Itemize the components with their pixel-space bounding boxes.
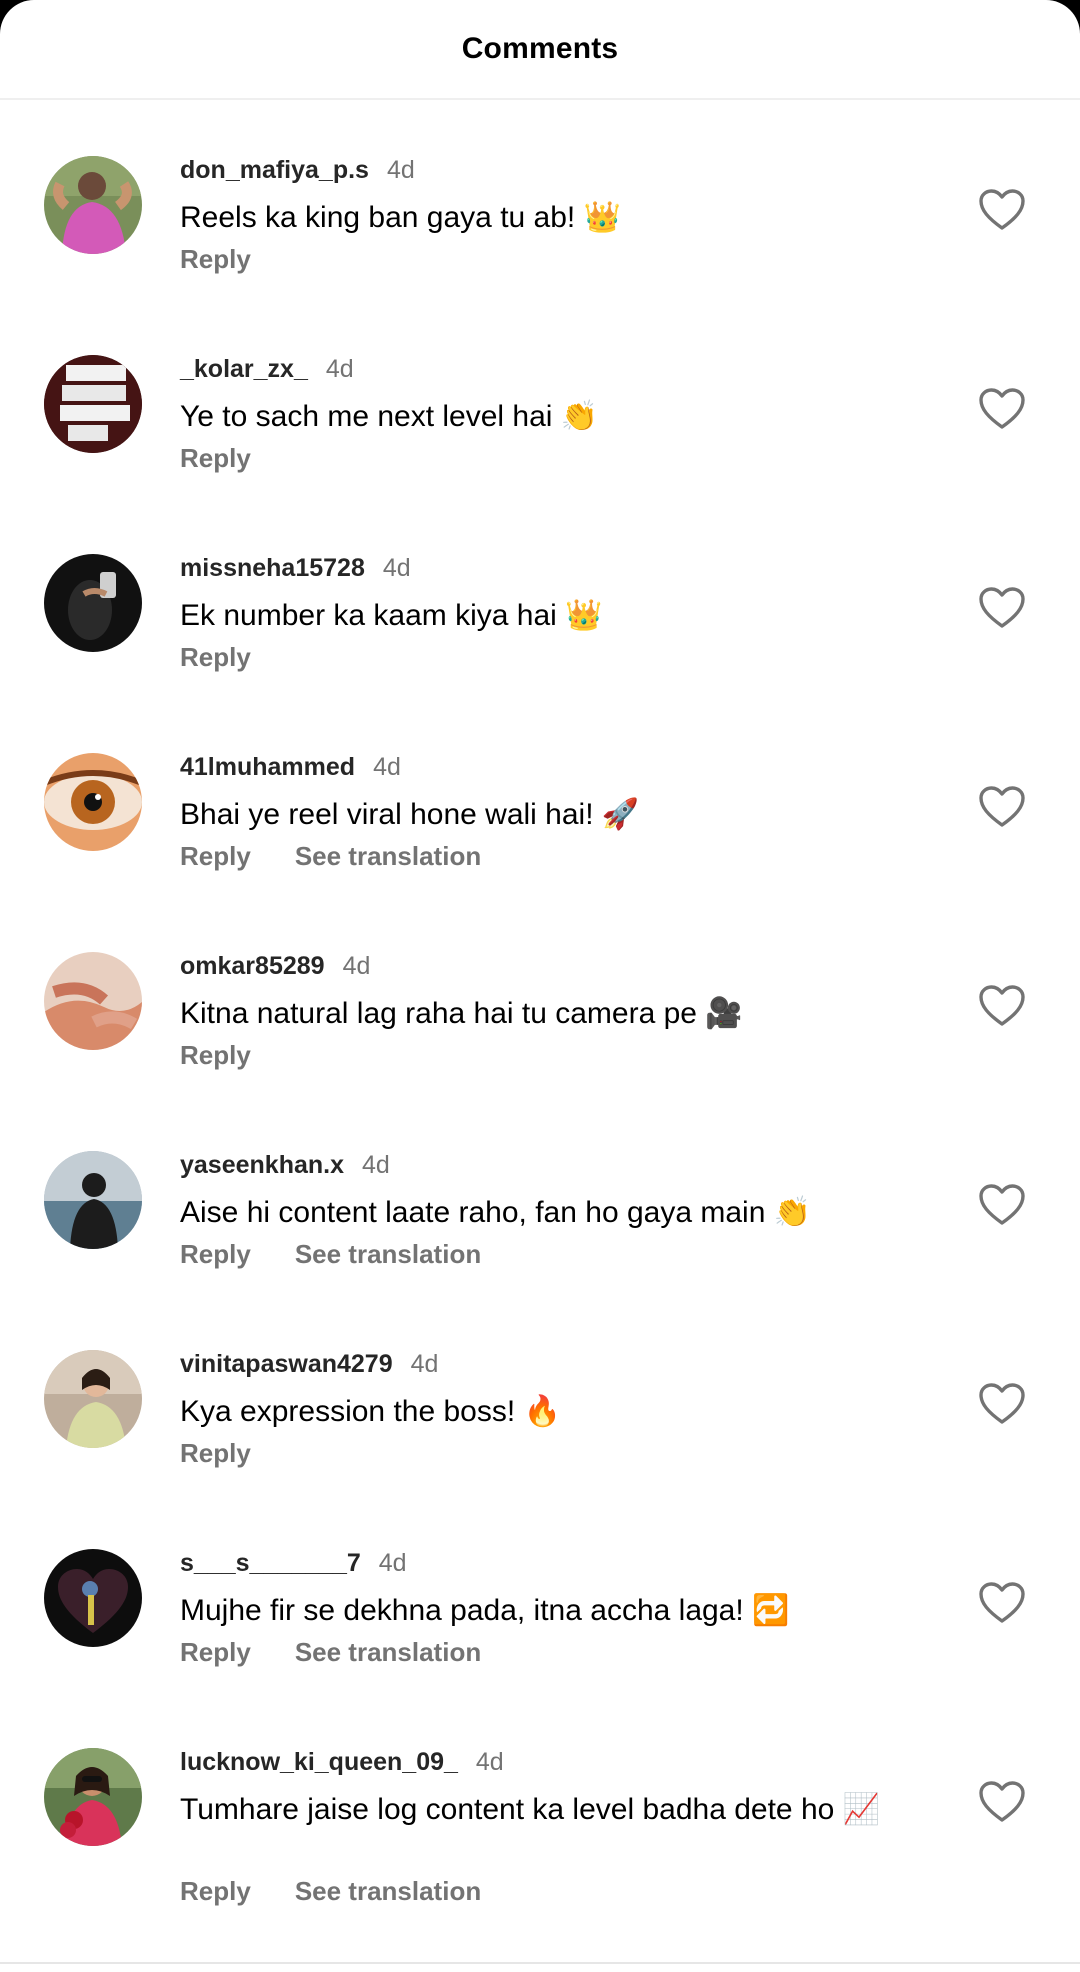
see-translation-button[interactable]: See translation [295, 1876, 481, 1907]
comment-text: Ek number ka kaam kiya hai 👑 [180, 598, 603, 633]
comment-username[interactable]: _kolar_zx_ [180, 355, 308, 384]
reply-button[interactable]: Reply [180, 1040, 251, 1071]
reply-button[interactable]: Reply [180, 1637, 251, 1668]
avatar[interactable] [44, 1151, 142, 1249]
comment-emoji: 🔁 [752, 1593, 790, 1628]
comment-emoji: 🎥 [705, 996, 743, 1031]
avatar[interactable] [44, 355, 142, 453]
comment-text: Ye to sach me next level hai 👏 [180, 399, 599, 434]
comment-timestamp: 4d [475, 1748, 504, 1776]
comments-sheet: Comments don_mafiya_p.s 4d Reels ka king… [0, 0, 1080, 1972]
heart-outline-icon[interactable] [978, 1382, 1026, 1426]
comment-item: vinitapaswan4279 4d Kya expression the b… [0, 1350, 1080, 1530]
reply-button[interactable]: Reply [180, 443, 251, 474]
comment-timestamp: 4d [378, 1549, 407, 1577]
comment-timestamp: 4d [325, 355, 354, 383]
comment-username[interactable]: 41lmuhammed [180, 753, 355, 782]
comment-username[interactable]: vinitapaswan4279 [180, 1350, 393, 1379]
reply-button[interactable]: Reply [180, 1876, 251, 1907]
comment-emoji: 👏 [560, 399, 599, 434]
heart-outline-icon[interactable] [978, 586, 1026, 630]
comment-text: Bhai ye reel viral hone wali hai! 🚀 [180, 797, 640, 832]
divider [0, 1962, 1080, 1964]
comment-text: Kya expression the boss! 🔥 [180, 1394, 561, 1429]
see-translation-button[interactable]: See translation [295, 1239, 481, 1270]
comment-emoji: 🚀 [601, 797, 640, 832]
see-translation-button[interactable]: See translation [295, 1637, 481, 1668]
comment-timestamp: 4d [382, 554, 411, 582]
heart-outline-icon[interactable] [978, 1183, 1026, 1227]
comment-emoji: 👏 [773, 1195, 812, 1230]
comment-timestamp: 4d [410, 1350, 439, 1378]
comment-timestamp: 4d [362, 1151, 390, 1179]
heart-outline-icon[interactable] [978, 1581, 1026, 1625]
comment-text: Mujhe fir se dekhna pada, itna accha lag… [180, 1593, 790, 1628]
comment-item: lucknow_ki_queen_09_ 4d Tumhare jaise lo… [0, 1748, 1080, 1972]
reply-button[interactable]: Reply [180, 841, 251, 872]
comment-username[interactable]: lucknow_ki_queen_09_ [180, 1748, 458, 1777]
see-translation-button[interactable]: See translation [295, 841, 481, 872]
reply-button[interactable]: Reply [180, 244, 251, 275]
comment-emoji: 👑 [565, 598, 603, 633]
comment-item: yaseenkhan.x 4d Aise hi content laate ra… [0, 1151, 1080, 1331]
comment-text: Tumhare jaise log content ka level badha… [180, 1792, 881, 1827]
comment-username[interactable]: omkar85289 [180, 952, 325, 981]
comments-title: Comments [461, 32, 619, 65]
reply-button[interactable]: Reply [180, 1239, 251, 1270]
avatar[interactable] [44, 753, 142, 851]
comment-item: omkar85289 4d Kitna natural lag raha hai… [0, 952, 1080, 1132]
heart-outline-icon[interactable] [978, 1780, 1026, 1824]
comment-emoji: 🔥 [523, 1394, 561, 1429]
comment-text: Kitna natural lag raha hai tu camera pe … [180, 996, 743, 1031]
comments-header: Comments [0, 0, 1080, 100]
comment-item: _kolar_zx_ 4d Ye to sach me next level h… [0, 355, 1080, 535]
reply-button[interactable]: Reply [180, 642, 251, 673]
avatar[interactable] [44, 1549, 142, 1647]
comment-text: Reels ka king ban gaya tu ab! 👑 [180, 200, 621, 235]
comment-username[interactable]: missneha15728 [180, 554, 365, 583]
comment-timestamp: 4d [373, 753, 401, 781]
avatar[interactable] [44, 952, 142, 1050]
comment-timestamp: 4d [342, 952, 371, 980]
avatar[interactable] [44, 554, 142, 652]
comment-item: 41lmuhammed 4d Bhai ye reel viral hone w… [0, 753, 1080, 933]
reply-button[interactable]: Reply [180, 1438, 251, 1469]
heart-outline-icon[interactable] [978, 188, 1026, 232]
heart-outline-icon[interactable] [978, 984, 1026, 1028]
avatar[interactable] [44, 1748, 142, 1846]
comment-item: missneha15728 4d Ek number ka kaam kiya … [0, 554, 1080, 734]
comment-username[interactable]: s___s_______7 [180, 1549, 361, 1578]
comment-emoji: 📈 [842, 1792, 881, 1827]
comment-emoji: 👑 [583, 200, 621, 235]
comment-item: don_mafiya_p.s 4d Reels ka king ban gaya… [0, 156, 1080, 336]
avatar[interactable] [44, 156, 142, 254]
comment-username[interactable]: don_mafiya_p.s [180, 156, 369, 185]
comment-timestamp: 4d [386, 156, 415, 184]
heart-outline-icon[interactable] [978, 387, 1026, 431]
comment-text: Aise hi content laate raho, fan ho gaya … [180, 1195, 812, 1230]
avatar[interactable] [44, 1350, 142, 1448]
heart-outline-icon[interactable] [978, 785, 1026, 829]
comment-username[interactable]: yaseenkhan.x [180, 1151, 344, 1180]
comment-item: s___s_______7 4d Mujhe fir se dekhna pad… [0, 1549, 1080, 1729]
